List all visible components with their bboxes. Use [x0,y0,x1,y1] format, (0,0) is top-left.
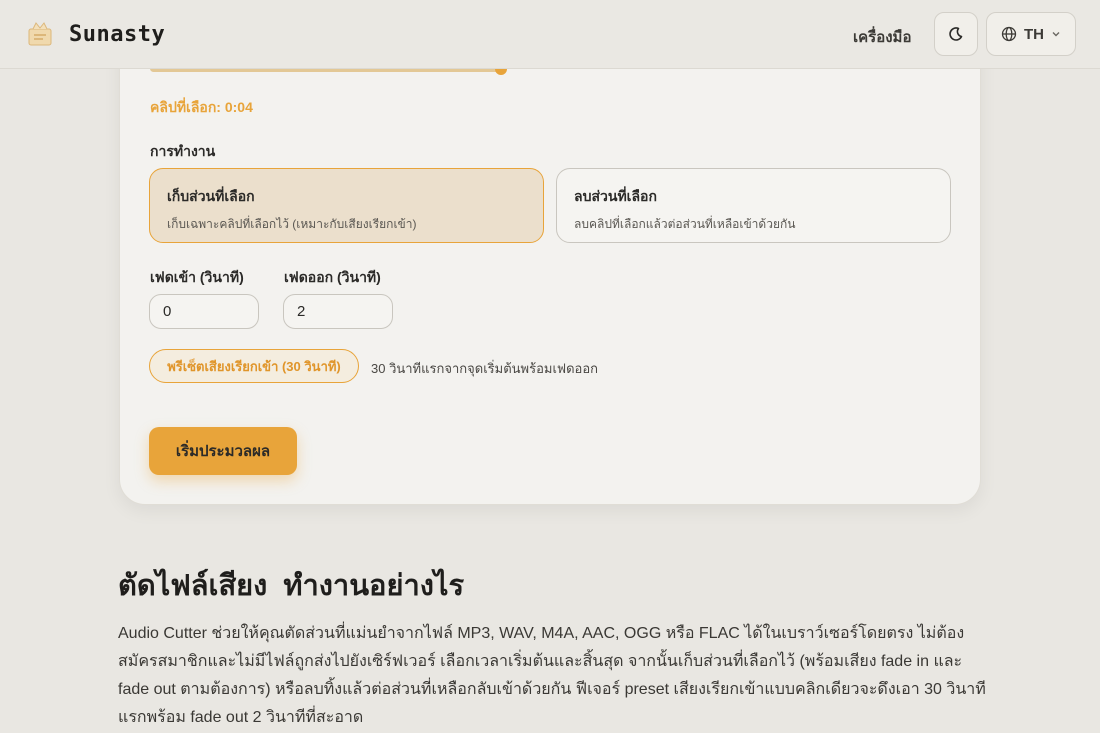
option-description: เก็บเฉพาะคลิปที่เลือกไว้ (เหมาะกับเสียงเ… [167,217,417,231]
nav-tools-link[interactable]: เครื่องมือ [853,25,911,49]
option-title: เก็บส่วนที่เลือก [167,188,255,204]
sunasty-logo-icon [28,22,52,46]
globe-icon [1001,26,1017,42]
language-select-button[interactable]: TH [986,12,1076,56]
fade-in-label: เฟดเข้า (วินาที) [150,269,244,285]
fade-out-label: เฟดออก (วินาที) [284,269,381,285]
chevron-down-icon [1052,32,1060,37]
top-header: Sunasty เครื่องมือ TH [0,0,1100,69]
theme-toggle-button[interactable] [934,12,978,56]
brand-name: Sunasty [69,21,166,47]
fade-out-input[interactable] [283,294,393,329]
option-title: ลบส่วนที่เลือก [574,188,657,204]
fade-in-input[interactable] [149,294,259,329]
moon-icon [949,27,963,41]
article-heading: ตัดไฟล์เสียง ทำงานอย่างไร [118,570,465,602]
operation-section-label: การทำงาน [150,143,216,159]
preset-note: 30 วินาทีแรกจากจุดเริ่มต้นพร้อมเฟดออก [371,361,599,376]
language-label: TH [1024,25,1044,43]
delete-selection-option[interactable]: ลบส่วนที่เลือก ลบคลิปที่เลือกแล้วต่อส่วน… [556,168,951,243]
article-paragraph: Audio Cutter ช่วยให้คุณตัดส่วนที่แม่นยำจ… [118,625,986,726]
selected-clip-duration: คลิปที่เลือก: 0:04 [150,99,253,115]
option-description: ลบคลิปที่เลือกแล้วต่อส่วนที่เหลือเข้าด้ว… [574,217,796,231]
keep-selection-option[interactable]: เก็บส่วนที่เลือก เก็บเฉพาะคลิปที่เลือกไว… [149,168,544,243]
start-processing-button[interactable]: เริ่มประมวลผล [149,427,297,475]
ringtone-preset-button[interactable]: พรีเซ็ตเสียงเรียกเข้า (30 วินาที) [149,349,359,383]
brand-link[interactable]: Sunasty [26,19,165,49]
